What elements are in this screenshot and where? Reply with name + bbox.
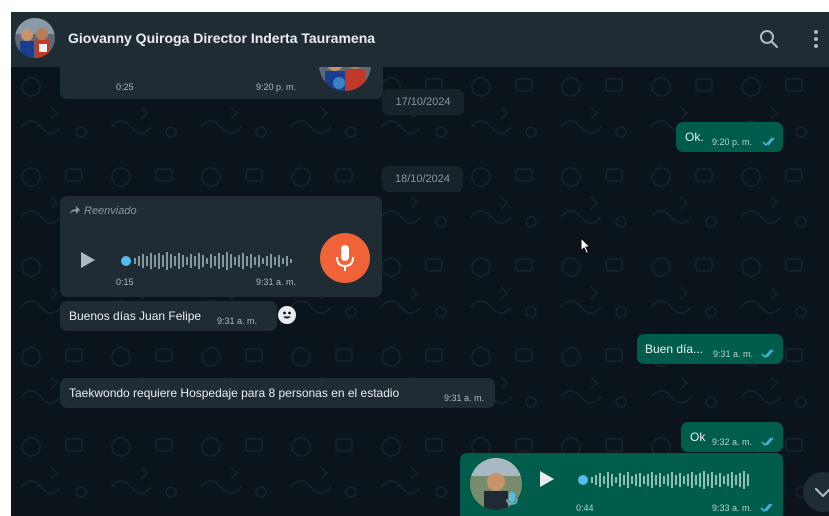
- voice-message-outgoing[interactable]: 0:44 9:33 a. m.: [460, 453, 783, 516]
- message-text: Ok.: [685, 130, 704, 144]
- incoming-message[interactable]: Buenos días Juan Felipe 9:31 a. m.: [60, 301, 277, 331]
- message-text: Buenos días Juan Felipe: [69, 309, 202, 323]
- forwarded-voice-message[interactable]: Reenviado 0:15 9:31 a. m.: [60, 196, 382, 297]
- outgoing-message[interactable]: Buen día... 9:31 a. m.: [637, 334, 783, 364]
- read-ticks-icon: [761, 349, 774, 358]
- play-icon[interactable]: [81, 252, 95, 268]
- chat-header: Giovanny Quiroga Director Inderta Tauram…: [11, 12, 829, 67]
- contact-name[interactable]: Giovanny Quiroga Director Inderta Tauram…: [68, 30, 375, 46]
- microphone-icon: [506, 492, 518, 505]
- message-text: Ok: [690, 430, 706, 444]
- message-time: 9:31 a. m.: [217, 316, 258, 326]
- scroll-down-button[interactable]: [803, 472, 829, 512]
- incoming-message[interactable]: Taekwondo requiere Hospedaje para 8 pers…: [60, 378, 495, 408]
- chat-area[interactable]: 0:25 9:20 p. m. 17/10/2024 Ok. 9:20 p. m…: [11, 67, 829, 516]
- forwarded-label: Reenviado: [84, 205, 137, 217]
- voice-note-badge: [320, 233, 370, 283]
- mouse-cursor-icon: [580, 237, 592, 255]
- voice-duration: 0:25: [116, 82, 134, 92]
- waveform: [578, 471, 749, 489]
- contact-avatar[interactable]: [15, 18, 55, 58]
- message-text: Taekwondo requiere Hospedaje para 8 pers…: [69, 386, 400, 400]
- message-time: 9:31 a. m.: [713, 349, 754, 359]
- waveform: [121, 252, 292, 270]
- emoji-reaction-icon[interactable]: [278, 306, 296, 324]
- message-time: 9:20 p. m.: [256, 82, 297, 92]
- outgoing-message[interactable]: Ok 9:32 a. m.: [681, 422, 783, 452]
- date-separator: 18/10/2024: [382, 166, 463, 192]
- message-time: 9:32 a. m.: [712, 437, 753, 447]
- date-separator: 17/10/2024: [382, 89, 464, 115]
- play-icon[interactable]: [540, 471, 554, 487]
- read-ticks-icon: [760, 503, 773, 512]
- message-time: 9:33 a. m.: [712, 503, 753, 513]
- whatsapp-window: Giovanny Quiroga Director Inderta Tauram…: [11, 12, 829, 516]
- voice-duration: 0:15: [116, 277, 134, 287]
- message-time: 9:20 p. m.: [712, 137, 753, 147]
- microphone-icon: [336, 245, 354, 271]
- sender-avatar: [319, 67, 371, 91]
- read-ticks-icon: [762, 137, 775, 146]
- voice-message-incoming[interactable]: 0:25 9:20 p. m.: [60, 67, 383, 99]
- message-time: 9:31 a. m.: [256, 277, 297, 287]
- menu-dots-icon[interactable]: [808, 28, 824, 50]
- outgoing-message[interactable]: Ok. 9:20 p. m.: [676, 122, 783, 152]
- message-time: 9:31 a. m.: [444, 393, 485, 403]
- message-text: Buen día...: [645, 342, 704, 356]
- chevron-down-icon: [814, 487, 829, 498]
- voice-duration: 0:44: [576, 503, 594, 513]
- forward-arrow-icon: [70, 206, 80, 214]
- read-ticks-icon: [761, 437, 774, 446]
- search-icon[interactable]: [758, 28, 780, 50]
